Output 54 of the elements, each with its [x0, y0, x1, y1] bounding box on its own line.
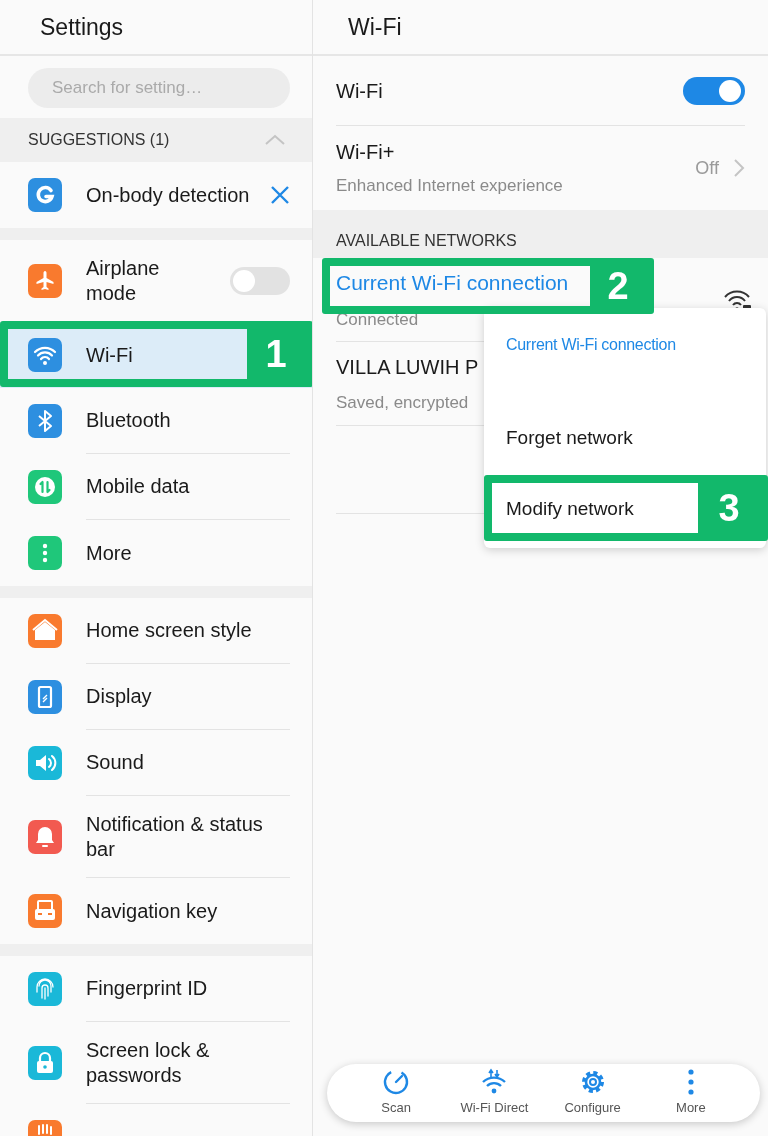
toolbar-button[interactable]: Scan	[347, 1068, 446, 1118]
letter-g-icon	[28, 178, 62, 212]
network-status: Saved, encrypted	[336, 391, 470, 414]
toggle-switch[interactable]	[683, 76, 745, 105]
toolbar-button[interactable]: Configure	[543, 1068, 642, 1118]
callout-number: 1	[247, 329, 305, 379]
callout-number: 2	[590, 266, 646, 306]
speaker-icon	[28, 746, 62, 780]
list-item[interactable]: Sound	[0, 730, 312, 796]
toolbar-button[interactable]: Wi-Fi Direct	[445, 1068, 544, 1118]
network-status: Connected	[336, 308, 420, 331]
network-name: Current Wi-Fi connection	[336, 270, 569, 296]
list-item[interactable]: Fingerprint ID	[0, 956, 312, 1022]
fingerprint-icon	[28, 972, 62, 1006]
menu-item[interactable]: Modify network	[506, 494, 634, 524]
list-item[interactable]: Display	[0, 664, 312, 730]
setting-label: Wi-Fi	[336, 78, 383, 104]
list-item[interactable]: Screen lock & passwords	[0, 1022, 312, 1104]
scan-icon	[382, 1068, 411, 1097]
wifi-icon	[28, 338, 62, 372]
padlock-icon	[28, 1046, 62, 1080]
more-icon	[28, 536, 62, 570]
list-item[interactable]: Notification & status bar	[0, 796, 312, 878]
list-item[interactable]: Home screen style	[0, 598, 312, 664]
setting-value: Off	[695, 156, 719, 180]
search-field[interactable]: Search for setting…	[28, 68, 290, 108]
pane-title: Wi-Fi	[348, 12, 402, 42]
house-icon	[28, 614, 62, 648]
pane-title: Settings	[40, 12, 124, 42]
menu-item[interactable]: Forget network	[506, 424, 633, 453]
toggle-switch[interactable]	[230, 267, 290, 295]
list-item[interactable]: Bluetooth	[0, 388, 312, 454]
airplane-icon	[28, 264, 62, 298]
bell-icon	[28, 820, 62, 854]
chevron-icon[interactable]	[264, 133, 286, 147]
network-name: VILLA LUWIH P	[336, 354, 479, 380]
toolbar-button[interactable]: More	[641, 1068, 740, 1118]
phone-icon	[28, 680, 62, 714]
more-icon	[687, 1068, 694, 1097]
callout-number: 3	[698, 483, 760, 533]
list-item[interactable]: Mobile data	[0, 454, 312, 520]
list-item[interactable]: Wi-Fi 1	[0, 322, 312, 388]
section-header: SUGGESTIONS (1)	[28, 130, 170, 150]
list-item[interactable]: On-body detection	[0, 162, 312, 228]
list-item[interactable]: More	[0, 520, 312, 586]
close-icon	[270, 185, 290, 205]
list-item[interactable]: Navigation key	[0, 878, 312, 944]
list-item[interactable]: Airplane mode	[0, 240, 312, 322]
bluetooth-icon	[28, 404, 62, 438]
list-item[interactable]: Wi-Fi+ Enhanced Internet experience Off	[336, 126, 745, 210]
printer-icon	[28, 894, 62, 928]
chevron-right-icon	[733, 158, 745, 178]
section-header: AVAILABLE NETWORKS	[336, 231, 517, 251]
subtitle: Enhanced Internet experience	[336, 175, 563, 198]
